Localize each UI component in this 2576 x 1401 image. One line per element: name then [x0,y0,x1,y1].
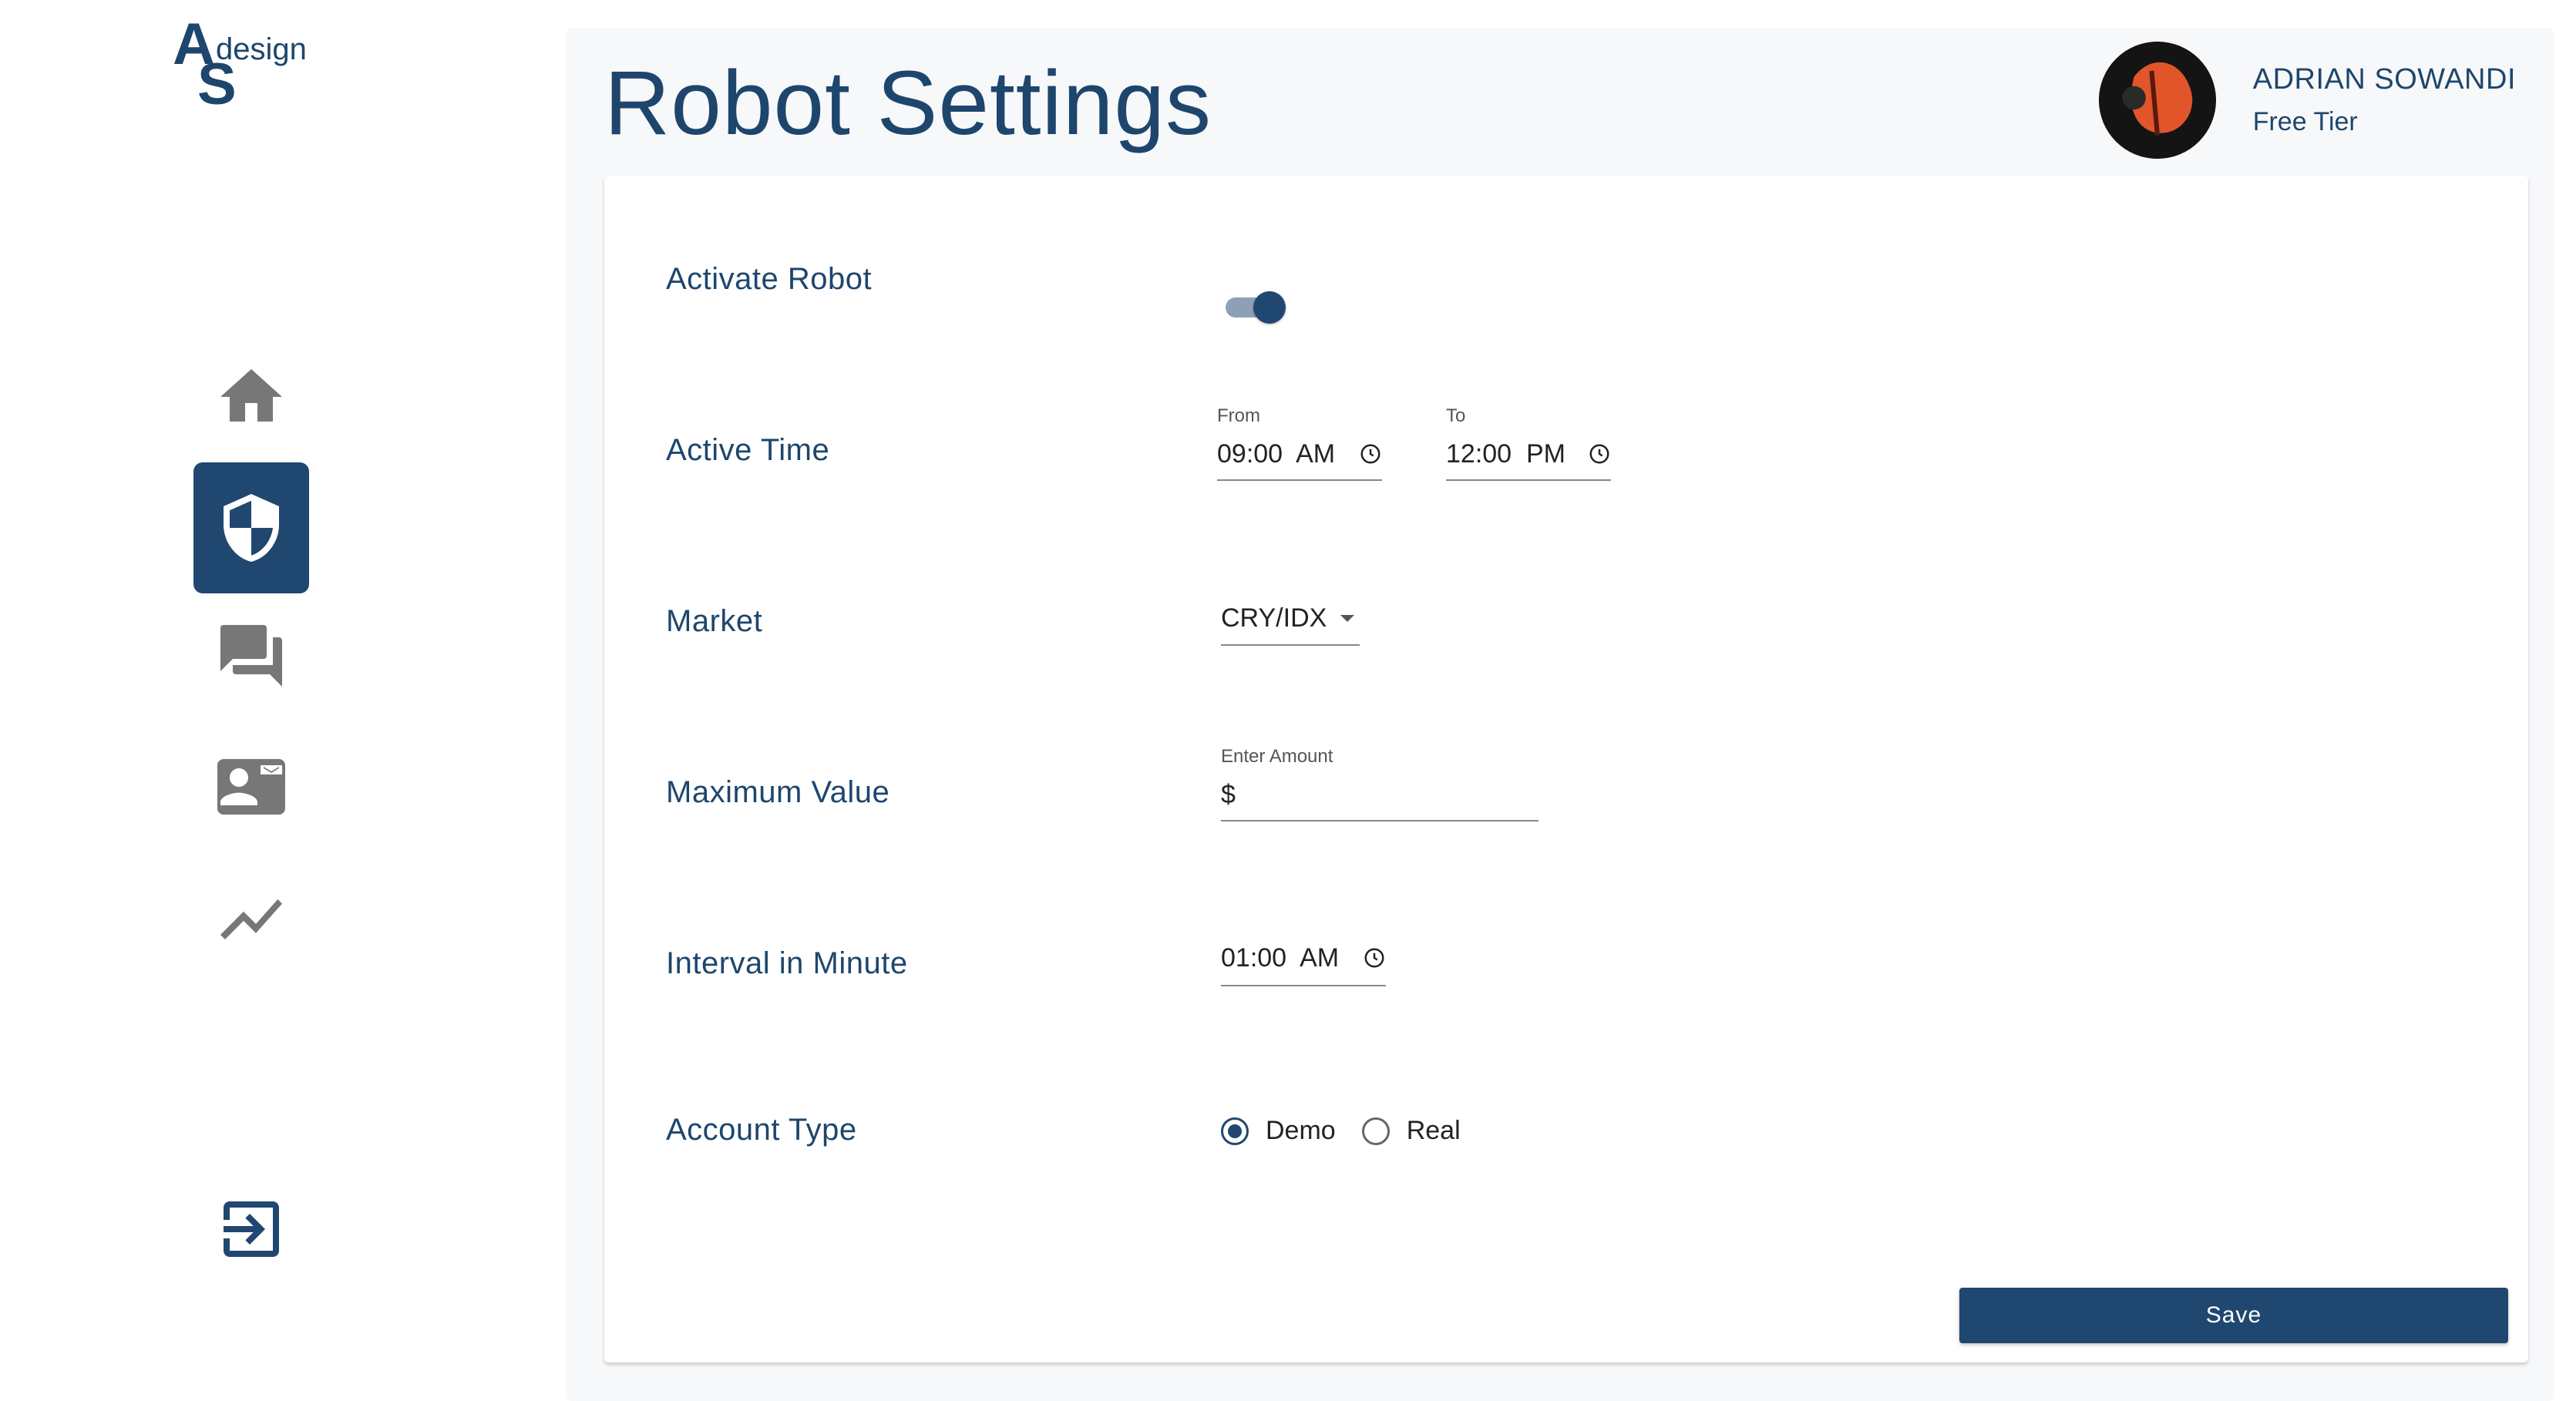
chat-icon [220,625,282,687]
main-panel: Robot Settings ADRIAN SOWANDI Free Tier … [566,28,2554,1401]
maximum-value-label: Maximum Value [666,775,890,809]
sidebar-item-home[interactable] [193,339,309,455]
account-type-label: Account Type [666,1113,857,1147]
interval-value: 01:00 AM [1221,942,1340,973]
market-value: CRY/IDX [1221,603,1327,633]
interval-time-field[interactable]: 01:00 AM [1221,940,1386,986]
shield-icon [224,494,279,562]
currency-prefix: $ [1221,779,1236,809]
market-label: Market [666,604,763,638]
from-time-value: 09:00 AM [1217,438,1336,469]
radio-label-demo: Demo [1266,1116,1336,1145]
from-time-field[interactable]: 09:00 AM [1217,438,1382,481]
user-profile[interactable]: ADRIAN SOWANDI Free Tier [2098,40,2516,160]
maximum-value-input[interactable]: $ [1221,778,1539,821]
logout-icon [224,1201,279,1257]
settings-card: Activate Robot Active Time From 09:00 AM… [604,176,2528,1362]
user-tier: Free Tier [2252,107,2358,136]
market-select[interactable]: CRY/IDX [1221,601,1360,646]
user-name: ADRIAN SOWANDI [2252,63,2516,96]
sidebar-item-messages[interactable] [193,598,309,714]
home-icon [220,369,282,422]
enter-amount-label: Enter Amount [1221,746,1333,767]
radio-option-demo[interactable]: Demo [1221,1116,1336,1146]
app-logo[interactable]: A design S [173,15,327,117]
chevron-down-icon [1340,614,1355,622]
activate-robot-toggle[interactable] [1226,284,1287,330]
radio-label-real: Real [1406,1116,1461,1145]
clock-icon[interactable] [1363,946,1386,969]
logout-button[interactable] [193,1171,309,1287]
account-type-radio-group: Demo Real [1221,1116,1487,1146]
sidebar-item-analytics[interactable] [193,862,309,977]
active-time-label: Active Time [666,433,830,467]
clock-icon[interactable] [1588,442,1611,465]
radio-option-real[interactable]: Real [1361,1116,1461,1146]
save-button[interactable]: Save [1959,1288,2508,1343]
clock-icon[interactable] [1359,442,1382,465]
radio-button-demo[interactable] [1221,1117,1249,1145]
sidebar: A design S [0,0,569,1401]
to-time-field[interactable]: 12:00 PM [1446,438,1611,481]
trend-chart-icon [220,899,282,939]
from-label: From [1217,405,1260,426]
to-label: To [1446,405,1466,426]
avatar[interactable] [2098,42,2216,159]
sidebar-item-security[interactable] [193,462,309,593]
activate-robot-label: Activate Robot [666,262,873,296]
to-time-value: 12:00 PM [1446,438,1565,469]
sidebar-item-contacts[interactable] [193,729,309,845]
logo-letter-s: S [197,52,237,117]
radio-button-real[interactable] [1361,1117,1390,1145]
contact-card-icon [217,759,285,815]
interval-label: Interval in Minute [666,946,908,980]
toggle-thumb [1253,291,1286,324]
avatar-image [2098,42,2216,159]
page-title: Robot Settings [604,52,1212,154]
